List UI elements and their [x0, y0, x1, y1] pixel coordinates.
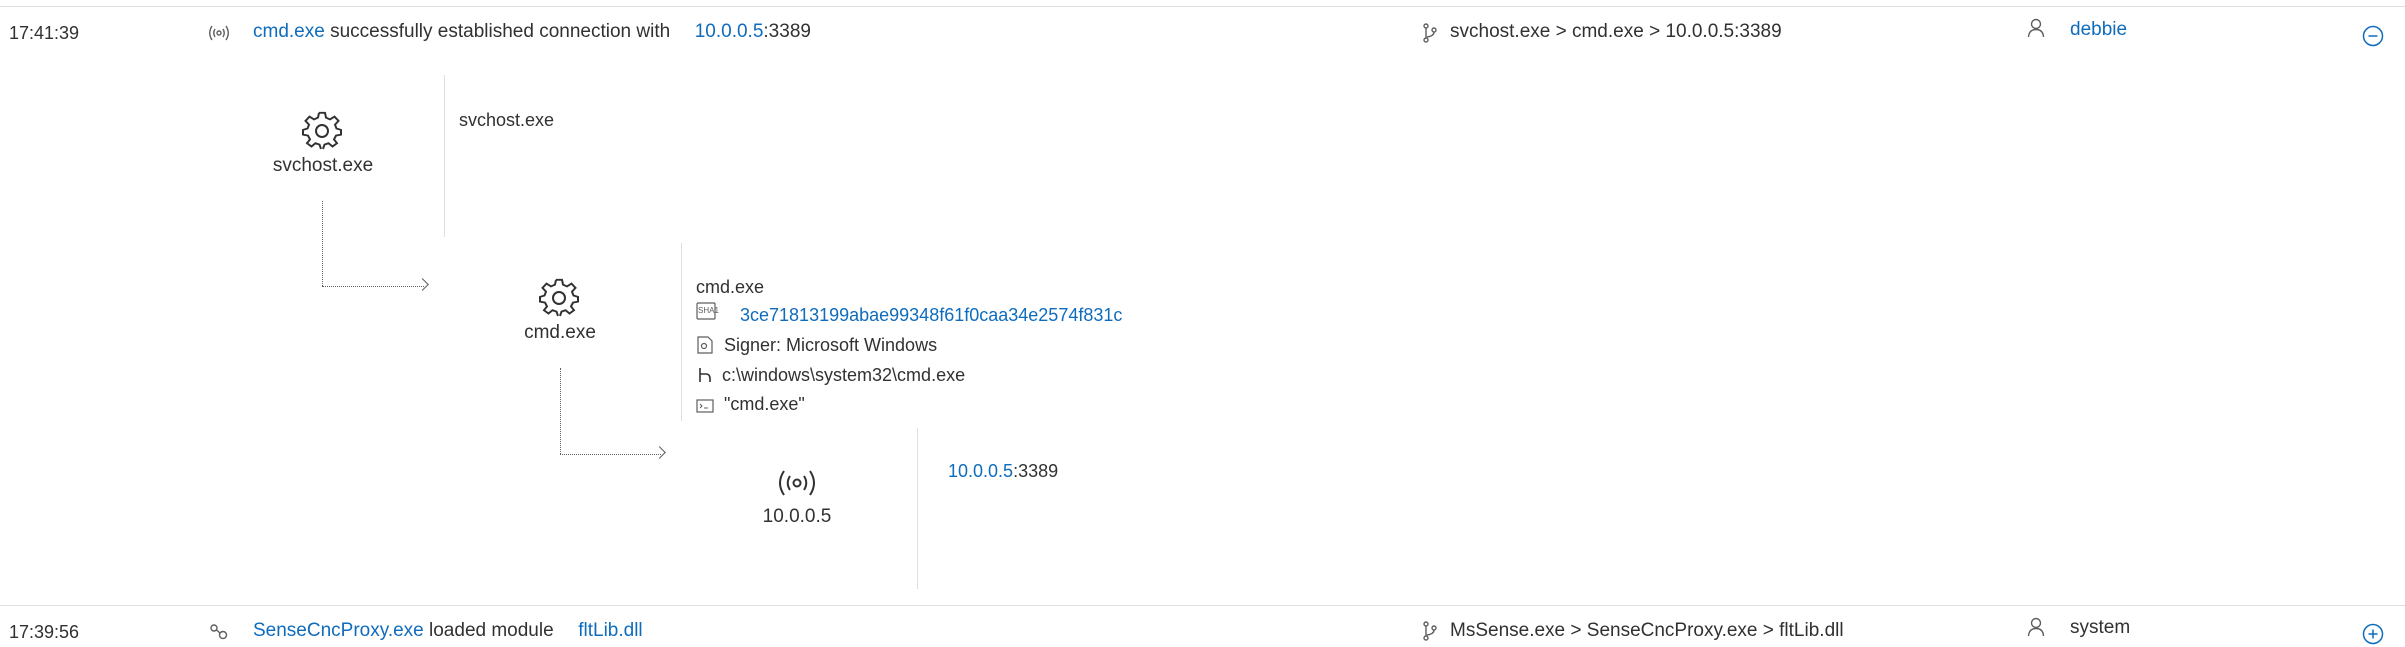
detail-separator	[917, 428, 918, 589]
event-time: 17:39:56	[9, 622, 80, 642]
user-link[interactable]: debbie	[2070, 19, 2127, 41]
module-link[interactable]: fltLib.dll	[578, 620, 642, 641]
network-detail: 10.0.0.5:3389	[948, 461, 1058, 482]
command-line-text: "cmd.exe"	[724, 394, 805, 414]
ip-link[interactable]: 10.0.0.5	[948, 461, 1013, 481]
user-icon	[2027, 18, 2045, 38]
row-divider	[0, 605, 2405, 606]
signer-text: Signer: Microsoft Windows	[724, 335, 938, 355]
node-label-ip[interactable]: 10.0.0.5	[717, 506, 877, 528]
gear-icon	[539, 278, 579, 318]
arrow-icon	[416, 278, 429, 291]
detail-separator	[444, 75, 445, 237]
file-path-icon	[698, 367, 712, 383]
row-divider-top	[0, 6, 2405, 7]
event-action: loaded module	[429, 620, 554, 641]
hash-icon: SHA1	[696, 302, 719, 320]
collapse-icon[interactable]	[2362, 25, 2384, 47]
port-text: :3389	[763, 21, 811, 42]
tree-connector	[560, 454, 661, 455]
event-description: SenseCncProxy.exe loaded module fltLib.d…	[253, 620, 643, 642]
process-path: MsSense.exe > SenseCncProxy.exe > fltLib…	[1450, 620, 1844, 641]
hash-badge: SHA1	[698, 306, 719, 315]
node-label-svchost[interactable]: svchost.exe	[243, 155, 403, 177]
network-broadcast-icon	[208, 24, 230, 42]
detail-separator	[681, 243, 682, 421]
user-name: system	[2070, 617, 2131, 638]
file-path-text: c:\windows\system32\cmd.exe	[722, 365, 966, 385]
user-icon	[2027, 617, 2045, 637]
gear-icon	[302, 111, 342, 151]
command-line-icon	[696, 398, 714, 414]
svchost-detail-title: svchost.exe	[459, 110, 555, 130]
process-link[interactable]: SenseCncProxy.exe	[253, 620, 424, 641]
cmd-detail-title: cmd.exe	[696, 277, 765, 297]
module-load-icon	[209, 624, 229, 640]
process-link[interactable]: cmd.exe	[253, 21, 325, 42]
port-text: :3389	[1013, 461, 1059, 481]
event-action: successfully established connection with	[330, 21, 671, 42]
tree-connector	[322, 286, 424, 287]
sha1-link[interactable]: 3ce71813199abae99348f61f0caa34e2574f831c	[740, 305, 1122, 326]
tree-connector	[322, 201, 323, 286]
process-tree-icon	[1422, 23, 1438, 43]
tree-connector	[560, 368, 561, 454]
process-path: svchost.exe > cmd.exe > 10.0.0.5:3389	[1450, 21, 1782, 42]
node-label-cmd[interactable]: cmd.exe	[480, 322, 640, 344]
network-broadcast-icon	[776, 469, 818, 497]
ip-link[interactable]: 10.0.0.5	[695, 21, 764, 42]
event-time: 17:41:39	[9, 23, 80, 43]
event-description: cmd.exe successfully established connect…	[253, 21, 811, 43]
process-tree-icon	[1422, 621, 1438, 641]
certificate-icon	[697, 336, 713, 354]
expand-icon[interactable]	[2362, 623, 2384, 645]
arrow-icon	[653, 446, 666, 459]
